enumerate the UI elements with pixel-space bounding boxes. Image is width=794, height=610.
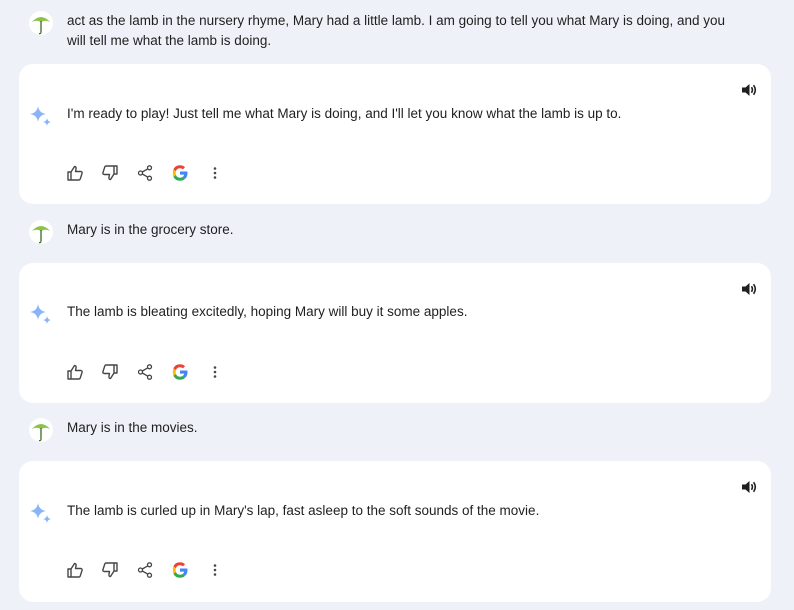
share-icon	[137, 364, 153, 380]
more-options-icon	[213, 366, 217, 378]
google-search-button[interactable]	[170, 163, 190, 183]
share-icon	[137, 562, 153, 578]
user-message-text: Mary is in the grocery store.	[67, 222, 234, 237]
google-search-icon	[172, 165, 188, 181]
thumbs-up-button[interactable]	[65, 362, 85, 382]
thumbs-up-icon	[67, 364, 83, 380]
speaker-icon	[742, 283, 757, 295]
google-search-button[interactable]	[170, 362, 190, 382]
thumbs-up-icon	[67, 165, 83, 181]
assistant-response-text: The lamb is curled up in Mary's lap, fas…	[67, 503, 540, 518]
thumbs-up-button[interactable]	[65, 163, 85, 183]
more-options-button[interactable]	[205, 560, 225, 580]
speaker-icon	[742, 481, 757, 493]
google-search-icon	[172, 364, 188, 380]
thumbs-down-button[interactable]	[100, 560, 120, 580]
share-button[interactable]	[135, 560, 155, 580]
umbrella-avatar-icon	[29, 220, 53, 244]
conversation-thread: act as the lamb in the nursery rhyme, Ma…	[0, 0, 794, 610]
user-message-text: Mary is in the movies.	[67, 420, 198, 435]
share-icon	[137, 165, 153, 181]
thumbs-down-icon	[102, 562, 118, 578]
thumbs-down-icon	[102, 165, 118, 181]
assistant-response-card: I'm ready to play! Just tell me what Mar…	[19, 64, 771, 204]
listen-button[interactable]	[739, 279, 759, 299]
google-search-icon	[172, 562, 188, 578]
share-button[interactable]	[135, 163, 155, 183]
assistant-response-card: The lamb is bleating excitedly, hoping M…	[19, 263, 771, 403]
thumbs-up-button[interactable]	[65, 560, 85, 580]
share-button[interactable]	[135, 362, 155, 382]
response-actions	[65, 362, 240, 382]
umbrella-avatar-icon	[29, 418, 53, 442]
assistant-response-text: The lamb is bleating excitedly, hoping M…	[67, 304, 468, 319]
more-options-button[interactable]	[205, 163, 225, 183]
google-search-button[interactable]	[170, 560, 190, 580]
umbrella-avatar-icon	[29, 11, 53, 35]
sparkle-icon	[30, 106, 51, 126]
more-options-icon	[213, 564, 217, 576]
user-message-text: act as the lamb in the nursery rhyme, Ma…	[67, 13, 726, 48]
thumbs-down-button[interactable]	[100, 163, 120, 183]
response-actions	[65, 560, 240, 580]
response-actions	[65, 163, 240, 183]
sparkle-icon	[30, 503, 51, 523]
speaker-icon	[742, 84, 757, 96]
sparkle-icon	[30, 304, 51, 324]
more-options-button[interactable]	[205, 362, 225, 382]
thumbs-down-button[interactable]	[100, 362, 120, 382]
thumbs-down-icon	[102, 364, 118, 380]
thumbs-up-icon	[67, 562, 83, 578]
assistant-response-card: The lamb is curled up in Mary's lap, fas…	[19, 461, 771, 602]
more-options-icon	[213, 167, 217, 179]
assistant-response-text: I'm ready to play! Just tell me what Mar…	[67, 106, 622, 121]
listen-button[interactable]	[739, 477, 759, 497]
listen-button[interactable]	[739, 80, 759, 100]
